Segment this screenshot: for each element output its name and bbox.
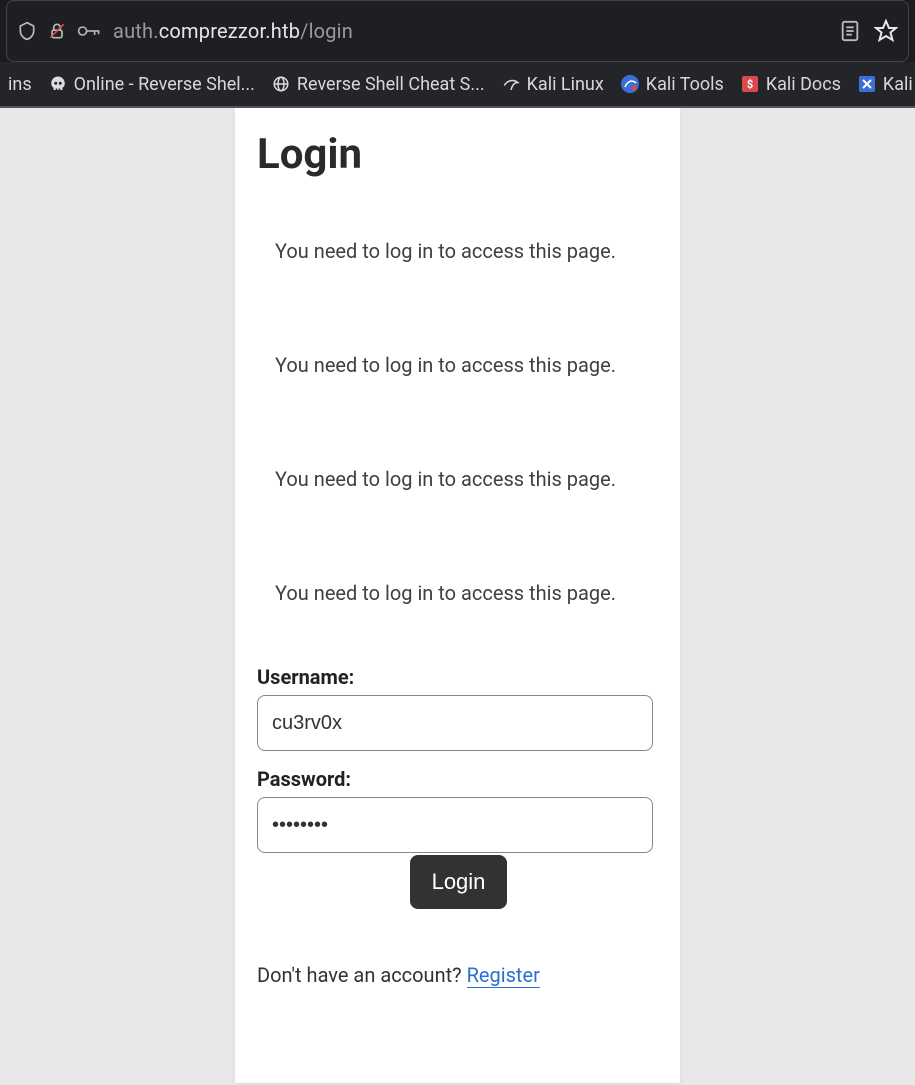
login-button[interactable]: Login <box>410 855 508 909</box>
flash-message-text: You need to log in to access this page. <box>275 467 616 491</box>
bookmark-item[interactable]: Kali Tools <box>612 74 732 95</box>
page-title: Login <box>257 130 660 179</box>
globe-icon <box>271 74 291 94</box>
password-input[interactable] <box>257 797 653 853</box>
url-text[interactable]: auth.comprezzor.htb/login <box>113 19 353 43</box>
bookmark-item[interactable]: $ Kali Docs <box>732 74 849 95</box>
bookmark-item[interactable]: Reverse Shell Cheat S... <box>263 74 493 95</box>
flash-message: You need to log in to access this page. <box>257 581 660 605</box>
flash-message: You need to log in to access this page. <box>257 353 660 377</box>
flash-message: You need to log in to access this page. <box>257 467 660 491</box>
bookmark-label: ins <box>8 74 32 95</box>
kali-docs-icon: $ <box>740 74 760 94</box>
flash-message-text: You need to log in to access this page. <box>275 239 616 263</box>
register-link[interactable]: Register <box>467 963 540 988</box>
password-field-group: Password: <box>257 767 660 853</box>
skull-icon <box>48 74 68 94</box>
flash-message-text: You need to log in to access this page. <box>275 353 616 377</box>
register-prompt-text: Don't have an account? <box>257 963 467 987</box>
bookmarks-bar: ins Online - Reverse Shel... Reverse She… <box>0 62 915 108</box>
username-field-group: Username: <box>257 665 660 751</box>
kali-icon <box>501 74 521 94</box>
kali-tools-icon <box>620 74 640 94</box>
bookmark-label: Kali Forums <box>883 74 915 95</box>
reader-mode-icon[interactable] <box>840 20 860 42</box>
login-card: Login You need to log in to access this … <box>235 108 680 1083</box>
kali-forums-icon <box>857 74 877 94</box>
bookmark-label: Reverse Shell Cheat S... <box>297 74 485 95</box>
username-input[interactable] <box>257 695 653 751</box>
shield-icon[interactable] <box>17 21 37 41</box>
bookmark-item[interactable]: Kali Forums <box>849 74 915 95</box>
lock-warning-icon[interactable] <box>47 21 67 41</box>
browser-chrome: auth.comprezzor.htb/login ins Online - R… <box>0 0 915 108</box>
flash-message: You need to log in to access this page. <box>257 239 660 263</box>
svg-text:$: $ <box>747 78 753 91</box>
register-prompt: Don't have an account? Register <box>257 963 660 987</box>
username-label: Username: <box>257 665 660 689</box>
bookmark-star-icon[interactable] <box>874 19 898 43</box>
address-bar[interactable]: auth.comprezzor.htb/login <box>6 0 909 62</box>
password-label: Password: <box>257 767 660 791</box>
bookmark-label: Kali Docs <box>766 74 841 95</box>
flash-message-text: You need to log in to access this page. <box>275 581 616 605</box>
bookmark-item[interactable]: Kali Linux <box>493 74 612 95</box>
bookmark-label: Kali Tools <box>646 74 724 95</box>
page-body: Login You need to log in to access this … <box>0 108 915 1083</box>
bookmark-item[interactable]: Online - Reverse Shel... <box>40 74 263 95</box>
bookmark-label: Kali Linux <box>527 74 604 95</box>
bookmark-item[interactable]: ins <box>0 74 40 95</box>
key-icon[interactable] <box>77 22 101 40</box>
bookmark-label: Online - Reverse Shel... <box>74 74 255 95</box>
